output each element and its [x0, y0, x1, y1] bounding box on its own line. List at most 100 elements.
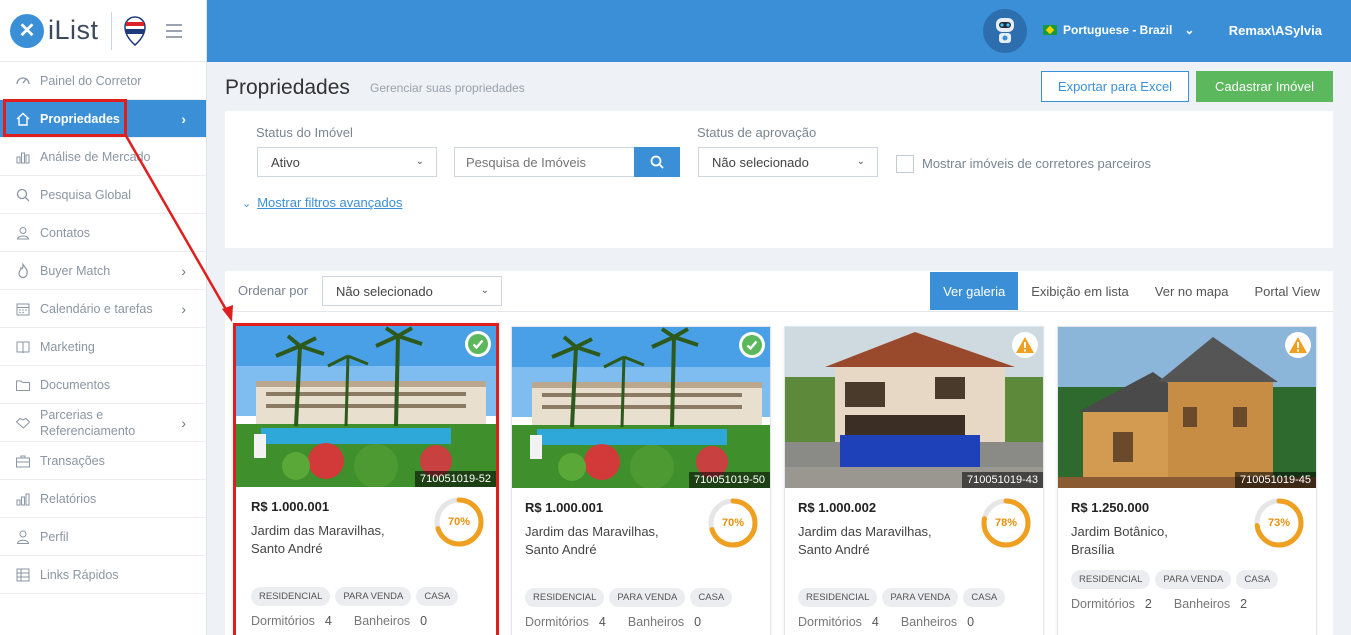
property-card[interactable]: 710051019-43 R$ 1.000.002 Jardim das Marav…	[784, 326, 1044, 635]
ilist-logo-text[interactable]: iList	[48, 15, 99, 46]
status-select-value: Ativo	[271, 154, 300, 170]
property-tag: PARA VENDA	[882, 588, 959, 607]
property-photo[interactable]: 710051019-43	[785, 327, 1043, 488]
bar-chart-icon	[14, 148, 32, 166]
property-code: 710051019-43	[962, 472, 1043, 488]
add-property-button[interactable]: Cadastrar Imóvel	[1196, 71, 1333, 102]
language-selector[interactable]: Portuguese - Brazil ⌄	[1043, 23, 1194, 37]
menu-toggle-icon[interactable]	[165, 23, 182, 38]
property-photo[interactable]: 710051019-45	[1058, 327, 1316, 488]
property-stats: Dormitórios 4 Banheiros 0	[251, 614, 449, 628]
chevron-down-icon: ⌄	[415, 156, 424, 167]
sidebar-item-parcerias-e-referenciamento[interactable]: Parcerias e Referenciamento ›	[0, 404, 206, 442]
property-stats: Dormitórios 4 Banheiros 0	[525, 615, 723, 629]
property-tag: PARA VENDA	[609, 588, 686, 607]
bathrooms-value: 0	[967, 615, 975, 629]
property-price: R$ 1.000.002	[798, 500, 877, 515]
score-label: 73%	[1267, 517, 1291, 529]
chevron-down-icon: ⌄	[1184, 23, 1195, 37]
briefcase-icon	[14, 452, 32, 470]
sidebar-item-documentos[interactable]: Documentos	[0, 366, 206, 404]
sidebar-item-transacoes[interactable]: Transações	[0, 442, 206, 480]
property-address: Jardim das Maravilhas, Santo André	[251, 523, 385, 556]
filter-panel: Status do Imóvel Ativo ⌄ Status de aprov…	[225, 111, 1333, 248]
score-label: 78%	[994, 517, 1018, 529]
language-label: Portuguese - Brazil	[1063, 23, 1173, 37]
property-card[interactable]: 710051019-50 R$ 1.000.001 Jardim das Marav…	[511, 326, 771, 635]
partners-checkbox[interactable]	[896, 155, 914, 173]
approval-select[interactable]: Não selecionado ⌄	[698, 147, 878, 177]
property-price: R$ 1.250.000	[1071, 500, 1150, 515]
advanced-filters-label: Mostrar filtros avançados	[257, 195, 403, 210]
page-title: Propriedades	[225, 76, 350, 99]
advanced-filters-link[interactable]: ⌄ Mostrar filtros avançados	[242, 195, 402, 210]
bedrooms-value: 2	[1144, 597, 1152, 611]
property-stats: Dormitórios 2 Banheiros 2	[1071, 597, 1269, 611]
sidebar-item-perfil[interactable]: Perfil	[0, 518, 206, 556]
sidebar-item-calendario-e-tarefas[interactable]: Calendário e tarefas ›	[0, 290, 206, 328]
property-photo[interactable]: 710051019-50	[512, 327, 770, 488]
remax-logo	[122, 15, 148, 47]
chevron-right-icon: ›	[181, 262, 186, 279]
assistant-robot-icon[interactable]	[983, 9, 1027, 53]
user-menu[interactable]: Remax\ASylvia	[1229, 23, 1322, 38]
sidebar-item-label: Relatórios	[40, 491, 97, 506]
property-card[interactable]: 710051019-52 R$ 1.000.001 Jardim das Marav…	[233, 323, 499, 635]
view-tab[interactable]: Ver galeria	[930, 272, 1019, 310]
sidebar-item-contatos[interactable]: Contatos	[0, 214, 206, 252]
sort-select[interactable]: Não selecionado ⌄	[322, 276, 502, 306]
bathrooms-value: 0	[420, 614, 428, 628]
property-photo[interactable]: 710051019-52	[236, 326, 496, 487]
score-label: 70%	[447, 516, 471, 528]
approved-check-icon	[739, 332, 765, 358]
approved-check-icon	[465, 331, 491, 357]
property-address: Jardim das Maravilhas, Santo André	[798, 524, 932, 557]
sidebar-item-relatorios[interactable]: Relatórios	[0, 480, 206, 518]
property-price: R$ 1.000.001	[251, 499, 330, 514]
sidebar-item-label: Contatos	[40, 225, 91, 240]
sort-label: Ordenar por	[238, 283, 309, 298]
sidebar-item-pesquisa-global[interactable]: Pesquisa Global	[0, 176, 206, 214]
export-excel-button[interactable]: Exportar para Excel	[1041, 71, 1189, 102]
sort-select-value: Não selecionado	[336, 283, 433, 299]
links-icon	[14, 566, 32, 584]
bedrooms-label: Dormitórios	[1071, 597, 1135, 611]
sidebar-item-analise-de-mercado[interactable]: Análise de Mercado	[0, 138, 206, 176]
view-tab[interactable]: Exibição em lista	[1018, 272, 1142, 310]
bedrooms-value: 4	[324, 614, 332, 628]
property-code: 710051019-45	[1235, 472, 1316, 488]
ilist-logo-icon[interactable]: ✕	[10, 13, 44, 48]
fire-icon	[14, 262, 32, 280]
sidebar-item-label: Transações	[40, 453, 105, 468]
calendar-icon	[14, 300, 32, 318]
sidebar-item-links-rapidos[interactable]: Links Rápidos	[0, 556, 206, 594]
brazil-flag-icon	[1043, 25, 1057, 35]
property-stats: Dormitórios 4 Banheiros 0	[798, 615, 996, 629]
property-code: 710051019-50	[689, 472, 770, 488]
score-label: 70%	[721, 517, 745, 529]
page-subtitle: Gerenciar suas propriedades	[370, 81, 525, 95]
view-tab[interactable]: Ver no mapa	[1142, 272, 1242, 310]
status-select[interactable]: Ativo ⌄	[257, 147, 437, 177]
sidebar-item-painel-do-corretor[interactable]: Painel do Corretor	[0, 62, 206, 100]
bathrooms-label: Banheiros	[353, 614, 411, 628]
property-search-input[interactable]	[454, 147, 634, 177]
property-card[interactable]: 710051019-45 R$ 1.250.000 Jardim Botânico,…	[1057, 326, 1317, 635]
view-tab[interactable]: Portal View	[1241, 272, 1333, 310]
chevron-down-icon: ⌄	[242, 198, 252, 210]
sidebar-item-buyer-match[interactable]: Buyer Match ›	[0, 252, 206, 290]
sidebar-item-label: Perfil	[40, 529, 69, 544]
status-filter-label: Status do Imóvel	[256, 125, 353, 140]
top-bar: Portuguese - Brazil ⌄ Remax\ASylvia	[207, 0, 1351, 62]
property-address: Jardim Botânico, Brasília	[1071, 524, 1168, 557]
property-tag: RESIDENCIAL	[251, 587, 331, 606]
search-button[interactable]	[634, 147, 680, 177]
completeness-score: 70%	[433, 496, 485, 548]
sidebar-item-marketing[interactable]: Marketing	[0, 328, 206, 366]
tag-list: RESIDENCIAL PARA VENDA CASA	[251, 587, 459, 606]
search-icon	[14, 186, 32, 204]
sidebar-item-label: Marketing	[40, 339, 95, 354]
property-tag: RESIDENCIAL	[1071, 570, 1151, 589]
sidebar-item-label: Calendário e tarefas	[40, 301, 153, 316]
sidebar-nav: Painel do Corretor Propriedades › Análise d…	[0, 62, 206, 594]
